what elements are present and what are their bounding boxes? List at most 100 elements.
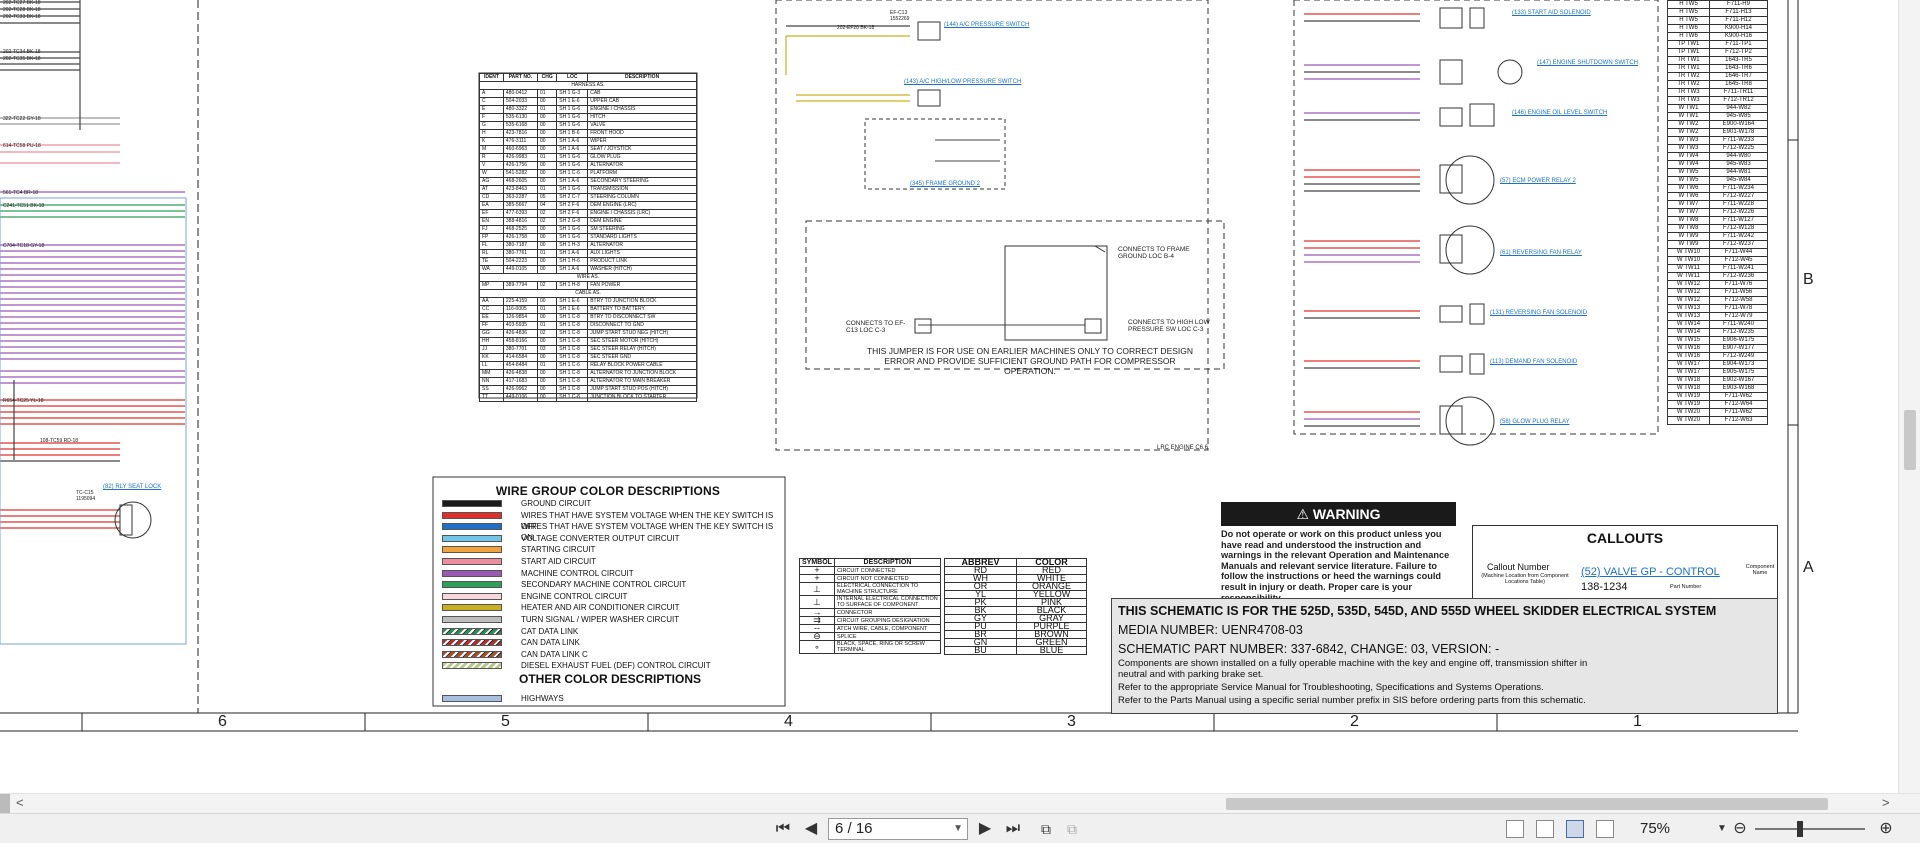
- pin-cell: E901-W178: [1709, 128, 1768, 137]
- engine-shutdown-switch-link[interactable]: (147) ENGINE SHUTDOWN SWITCH: [1537, 60, 1638, 66]
- frame-ground-link[interactable]: (345) FRAME GROUND 2: [910, 181, 980, 187]
- vertical-scrollbar[interactable]: [1898, 0, 1920, 793]
- ident-cell: TRANSMISSION: [587, 185, 697, 194]
- ac-pressure-switch-link[interactable]: (144) A/C PRESSURE SWITCH: [944, 22, 1029, 28]
- pin-cell: W TW6: [1667, 184, 1710, 193]
- ident-cell: 504-2033: [502, 97, 539, 106]
- horizontal-scroll-thumb[interactable]: [1226, 798, 1828, 810]
- ident-cell: DEM ENGINE (LRC): [587, 201, 697, 210]
- ident-section-label: HARNESS AS.: [479, 81, 697, 90]
- ident-cell: R: [479, 153, 504, 162]
- ident-cell: ALTERNATOR TO JUNCTION BLOCK: [587, 369, 697, 378]
- pin-cell: W TW4: [1667, 152, 1710, 161]
- ecm-power-relay-link[interactable]: (57) ECM POWER RELAY 2: [1500, 178, 1576, 184]
- zoom-out-icon[interactable]: ⊖: [1730, 818, 1750, 840]
- pin-cell: W TW17: [1667, 360, 1710, 369]
- ident-cell: 00: [537, 145, 558, 154]
- ident-cell: MP: [479, 281, 504, 290]
- pin-cell: W TW3: [1667, 136, 1710, 145]
- previous-page-icon[interactable]: ◀: [802, 818, 820, 840]
- ident-section-row: HARNESS AS.: [479, 81, 697, 90]
- ident-cell: MM: [479, 369, 504, 378]
- zoom-dropdown-icon[interactable]: ▼: [1716, 818, 1728, 840]
- wire-group-row: ENGINE CONTROL CIRCUIT: [436, 591, 784, 603]
- wire-color-swatch: [442, 569, 502, 577]
- reversing-fan-solenoid-link[interactable]: (131) REVERSING FAN SOLENOID: [1490, 310, 1587, 316]
- ident-cell: 03: [537, 345, 558, 354]
- start-aid-solenoid-link[interactable]: (133) START AID SOLENOID: [1512, 10, 1591, 16]
- wire-label: 202-TC35 BK-18: [3, 56, 41, 62]
- pin-cell: W TW11: [1667, 264, 1710, 273]
- wire-label: 202-TC34 BK-18: [3, 49, 41, 55]
- wire-group-row: VOLTAGE CONVERTER OUTPUT CIRCUIT: [436, 533, 784, 545]
- ident-cell: 225-4159: [502, 297, 539, 306]
- seat-lock-link[interactable]: (82) RLY SEAT LOCK: [103, 484, 161, 490]
- pin-cell: F712-W63: [1709, 416, 1768, 425]
- two-page-continuous-view-icon[interactable]: [1596, 820, 1614, 838]
- scroll-right-icon[interactable]: >: [1882, 795, 1890, 810]
- ident-cell: SH 1 A-6: [556, 137, 589, 146]
- ident-cell: RELAY BLOCK POWER CABLE: [587, 361, 697, 370]
- continuous-view-icon[interactable]: [1536, 820, 1554, 838]
- glow-plug-relay-link[interactable]: (58) GLOW PLUG RELAY: [1500, 419, 1570, 425]
- ident-cell: 04: [537, 201, 558, 210]
- page-number-select[interactable]: 6 / 16 ▼: [828, 818, 968, 840]
- wire-label: 614-TC58 PU-18: [3, 143, 41, 149]
- vertical-scroll-thumb[interactable]: [1904, 410, 1916, 470]
- pin-row: W TW8 F712-W128: [1667, 224, 1768, 233]
- pin-row: W TW11 F711-W241: [1667, 264, 1768, 273]
- demand-fan-solenoid-link[interactable]: (113) DEMAND FAN SOLENOID: [1490, 359, 1577, 365]
- ident-cell: SH 1 G-6: [556, 105, 589, 114]
- ident-cell: JUMP START STUD NEG (HITCH): [587, 329, 697, 338]
- next-view-icon[interactable]: ⧉: [1062, 818, 1082, 840]
- previous-view-icon[interactable]: ⧉: [1036, 818, 1056, 840]
- pin-cell: W TW15: [1667, 336, 1710, 345]
- abbrev-color-name: BLUE: [1016, 646, 1087, 655]
- ident-cell: SH 1 H-3: [556, 241, 589, 250]
- ident-row: C 504-2033 00 SH 1 E-6 UPPER CAB: [479, 97, 697, 106]
- pin-row: W TW17 E905-W175: [1667, 368, 1768, 377]
- pin-cell: F711-W78: [1709, 304, 1768, 313]
- pin-cell: H TW5: [1667, 8, 1710, 17]
- pin-cell: F712-W64: [1709, 400, 1768, 409]
- ident-row: EN 388-4816 02 SH 2 G-8 DEM ENGINE: [479, 217, 697, 226]
- horizontal-scrollbar[interactable]: < >: [0, 793, 1920, 814]
- zoom-level[interactable]: 75%: [1640, 818, 1710, 840]
- ident-cell: ALTERNATOR: [587, 241, 697, 250]
- zoom-slider[interactable]: [1755, 828, 1865, 830]
- zoom-slider-handle[interactable]: [1797, 821, 1803, 837]
- ident-cell: 423-7816: [502, 129, 539, 138]
- ac-hilo-switch-link[interactable]: (143) A/C HIGH/LOW PRESSURE SWITCH: [904, 79, 1021, 85]
- next-page-icon[interactable]: ▶: [976, 818, 994, 840]
- engine-oil-switch-link[interactable]: (146) ENGINE OIL LEVEL SWITCH: [1512, 110, 1607, 116]
- callout-sample-link[interactable]: (52) VALVE GP - CONTROL: [1581, 566, 1720, 578]
- wire-color-swatch: [442, 695, 502, 702]
- pin-cell: F711-H9: [1709, 0, 1768, 9]
- first-page-icon[interactable]: ⏮: [774, 818, 792, 840]
- pin-row: W TW1 945-W85: [1667, 112, 1768, 121]
- last-page-icon[interactable]: ⏭: [1004, 818, 1022, 840]
- ident-cell: 541-5282: [502, 169, 539, 178]
- symbol-description: CIRCUIT CONNECTED: [833, 566, 941, 575]
- ident-cell: SH 2 G-8: [556, 217, 589, 226]
- ident-cell: 01: [537, 321, 558, 330]
- two-page-view-icon[interactable]: [1566, 820, 1584, 838]
- symbol-row: ⊥ ELECTRICAL CONNECTION TO MACHINE STRUCT…: [799, 582, 941, 596]
- ident-cell: TT: [479, 393, 504, 402]
- single-page-view-icon[interactable]: [1506, 820, 1524, 838]
- reversing-fan-relay-link[interactable]: (61) REVERSING FAN RELAY: [1500, 250, 1582, 256]
- ident-cell: GG: [479, 329, 504, 338]
- pin-row: H TW6 K900-H16: [1667, 32, 1768, 41]
- pin-cell: TP TW1: [1667, 40, 1710, 49]
- ident-row: F 535-6130 00 SH 1 G-6 HITCH: [479, 113, 697, 122]
- ident-cell: 01: [537, 153, 558, 162]
- ident-cell: SH 1 G-6: [556, 161, 589, 170]
- symbol-description: BLACK, SPACE, RING OR SCREW TERMINAL: [833, 640, 941, 654]
- ident-cell: HH: [479, 337, 504, 346]
- ident-cell: 417-1683: [502, 377, 539, 386]
- pin-cell: F712-TR12: [1709, 96, 1768, 105]
- wire-group-row: WIRES THAT HAVE SYSTEM VOLTAGE WHEN THE …: [436, 521, 784, 542]
- ident-cell: SH 1 H-8: [556, 281, 589, 290]
- zoom-in-icon[interactable]: ⊕: [1876, 818, 1896, 840]
- scroll-left-icon[interactable]: <: [16, 795, 24, 810]
